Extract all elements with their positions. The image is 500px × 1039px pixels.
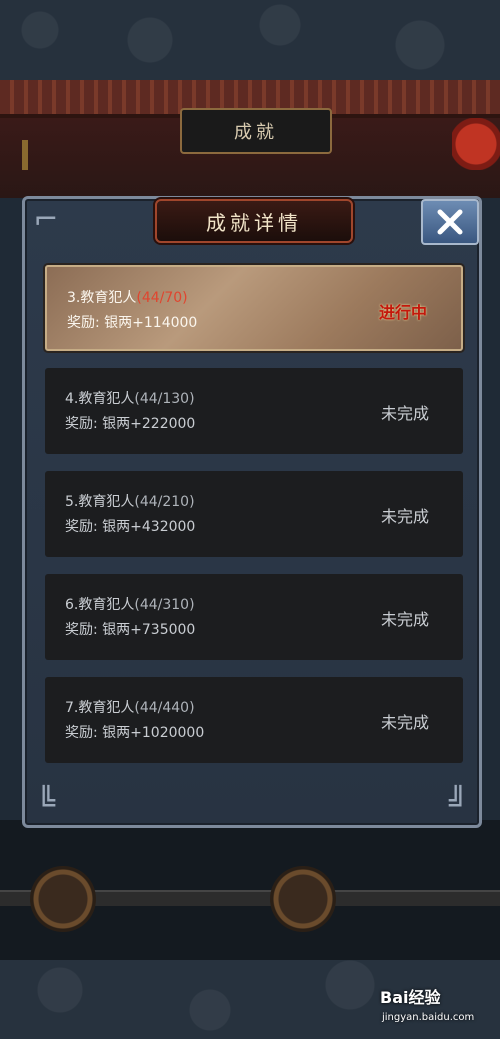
achievement-status: 未完成 — [380, 404, 429, 423]
achievement-list: 3.教育犯人(44/70) 奖励: 银两+114000 进行中 4.教育犯人(4… — [45, 265, 463, 780]
achievement-item[interactable]: 6.教育犯人(44/310) 奖励: 银两+735000 未完成 — [45, 574, 463, 660]
achievement-name: 5.教育犯人 — [65, 494, 135, 510]
achievement-progress: (44/210) — [134, 494, 195, 510]
achievement-status: 未完成 — [380, 507, 429, 526]
achievement-progress: (44/310) — [134, 597, 195, 613]
achievement-progress: (44/130) — [134, 391, 195, 407]
achievement-name: 7.教育犯人 — [65, 700, 135, 716]
achievement-reward: 奖励: 银两+735000 — [65, 622, 196, 638]
achievement-reward: 奖励: 银两+114000 — [67, 315, 198, 331]
background-panel-title: 成就 — [180, 108, 332, 154]
achievement-name-line: 4.教育犯人(44/130) — [65, 388, 195, 408]
dialog-title: 成就详情 — [155, 199, 353, 243]
achievement-name-line: 6.教育犯人(44/310) — [65, 594, 195, 614]
achievement-item[interactable]: 5.教育犯人(44/210) 奖励: 银两+432000 未完成 — [45, 471, 463, 557]
achievement-item[interactable]: 3.教育犯人(44/70) 奖励: 银两+114000 进行中 — [45, 265, 463, 351]
achievement-reward: 奖励: 银两+432000 — [65, 519, 196, 535]
achievement-name: 4.教育犯人 — [65, 391, 135, 407]
close-button[interactable] — [421, 199, 479, 245]
achievement-status: 进行中 — [378, 303, 427, 322]
achievement-name-line: 5.教育犯人(44/210) — [65, 491, 195, 511]
cloud-background-top — [0, 0, 500, 80]
medal-icon — [270, 866, 336, 932]
achievement-status: 未完成 — [380, 610, 429, 629]
achievement-name: 3.教育犯人 — [67, 290, 137, 306]
achievement-reward: 奖励: 银两+222000 — [65, 416, 196, 432]
achievement-progress: (44/70) — [136, 290, 188, 306]
close-x-icon — [437, 209, 463, 235]
achievement-name-line: 7.教育犯人(44/440) — [65, 697, 195, 717]
achievement-detail-dialog: ⌐ ╚ ╝ 成就详情 3.教育犯人(44/70) 奖励: 银两+114000 进… — [22, 196, 482, 828]
achievement-name-line: 3.教育犯人(44/70) — [67, 287, 188, 307]
achievement-item[interactable]: 7.教育犯人(44/440) 奖励: 银两+1020000 未完成 — [45, 677, 463, 763]
corner-ornament-icon: ╚ — [36, 786, 56, 821]
achievement-reward: 奖励: 银两+1020000 — [65, 725, 205, 741]
achievement-name: 6.教育犯人 — [65, 597, 135, 613]
corner-ornament-icon: ╝ — [448, 786, 468, 821]
corner-ornament-icon: ⌐ — [33, 202, 59, 237]
achievement-progress: (44/440) — [134, 700, 195, 716]
medal-icon — [30, 866, 96, 932]
pillar-decoration — [22, 140, 28, 170]
achievement-item[interactable]: 4.教育犯人(44/130) 奖励: 银两+222000 未完成 — [45, 368, 463, 454]
baidu-jingyan-logo: Bai经验 — [380, 988, 441, 1007]
watermark-url: jingyan.baidu.com — [382, 1012, 475, 1023]
achievement-status: 未完成 — [380, 713, 429, 732]
lantern-icon — [452, 118, 500, 170]
